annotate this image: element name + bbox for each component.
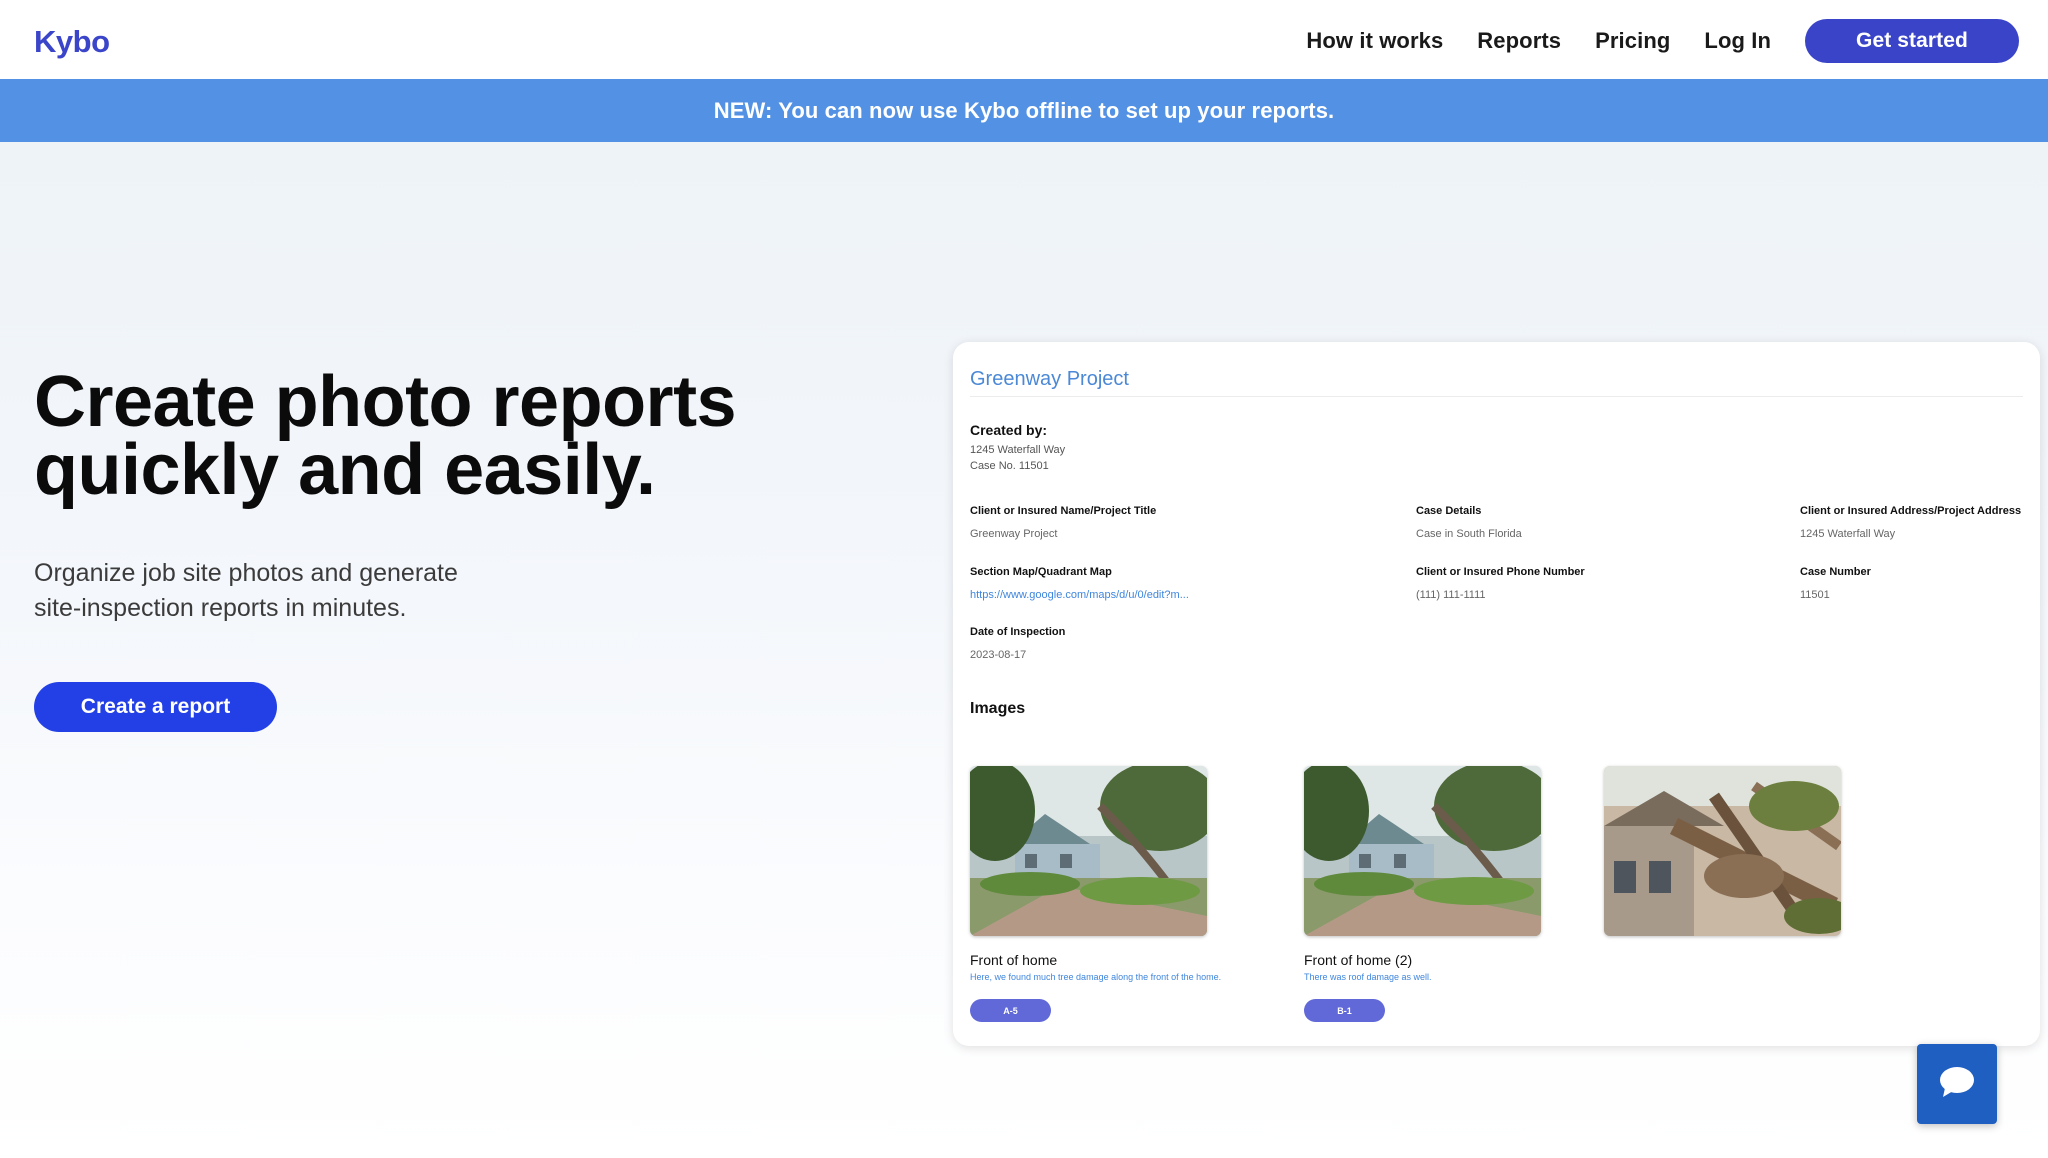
field-value-inspection-date: 2023-08-17 [970, 649, 1027, 661]
report-preview-card: Greenway Project Created by: 1245 Waterf… [953, 342, 2040, 1046]
main-nav: How it works Reports Pricing Log In Get … [1306, 19, 2019, 63]
hero-title-line-2: quickly and easily. [34, 430, 656, 510]
field-value-case-number: 11501 [1800, 589, 1830, 601]
hero-subtitle-line-2: site-inspection reports in minutes. [34, 594, 407, 622]
field-label-case-number: Case Number [1800, 566, 1871, 578]
hero-title: Create photo reports quickly and easily. [34, 366, 914, 506]
create-report-button[interactable]: Create a report [34, 682, 277, 732]
images-heading: Images [970, 700, 1026, 717]
field-label-section-map: Section Map/Quadrant Map [970, 566, 1112, 578]
chat-bubble-icon [1939, 1066, 1975, 1103]
hero-subtitle-line-1: Organize job site photos and generate [34, 559, 458, 587]
nav-log-in[interactable]: Log In [1704, 28, 1771, 54]
nav-reports[interactable]: Reports [1477, 28, 1561, 54]
banner-text: NEW: You can now use Kybo offline to set… [713, 97, 1335, 123]
image-tag-2[interactable]: B-1 [1304, 999, 1385, 1022]
field-label-client-name: Client or Insured Name/Project Title [970, 505, 1157, 517]
image-caption-1: Front of home [970, 952, 1058, 968]
hero-section: Create photo reports quickly and easily.… [0, 142, 2048, 1158]
report-image-1[interactable] [970, 766, 1207, 936]
created-by-case: Case No. 11501 [970, 460, 1049, 472]
field-label-case-details: Case Details [1416, 505, 1482, 517]
image-description-1: Here, we found much tree damage along th… [970, 972, 1222, 982]
chat-widget-button[interactable] [1917, 1044, 1997, 1124]
kybo-logo[interactable]: Kybo [34, 24, 110, 60]
field-value-case-details: Case in South Florida [1416, 528, 1522, 540]
field-value-phone: (111) 111-1111 [1416, 589, 1486, 601]
get-started-button[interactable]: Get started [1805, 19, 2019, 63]
created-by-address: 1245 Waterfall Way [970, 444, 1066, 456]
image-description-2: There was roof damage as well. [1304, 972, 1432, 982]
report-title: Greenway Project [970, 368, 1129, 390]
field-label-client-address: Client or Insured Address/Project Addres… [1800, 505, 2022, 517]
field-value-section-map-link[interactable]: https://www.google.com/maps/d/u/0/edit?m… [970, 589, 1189, 601]
created-by-label: Created by: [970, 422, 1048, 438]
field-label-inspection-date: Date of Inspection [970, 626, 1066, 638]
report-image-2[interactable] [1304, 766, 1541, 936]
field-value-client-name: Greenway Project [970, 528, 1058, 540]
nav-pricing[interactable]: Pricing [1595, 28, 1670, 54]
field-label-phone: Client or Insured Phone Number [1416, 566, 1585, 578]
announcement-banner: NEW: You can now use Kybo offline to set… [0, 79, 2048, 142]
field-value-client-address: 1245 Waterfall Way [1800, 528, 1896, 540]
hero-subtitle: Organize job site photos and generate si… [34, 556, 594, 626]
report-image-3[interactable] [1604, 766, 1841, 936]
image-tag-1[interactable]: A-5 [970, 999, 1051, 1022]
image-caption-2: Front of home (2) [1304, 952, 1413, 968]
nav-how-it-works[interactable]: How it works [1306, 28, 1443, 54]
site-header: Kybo How it works Reports Pricing Log In… [0, 0, 2048, 79]
divider [970, 396, 2023, 397]
